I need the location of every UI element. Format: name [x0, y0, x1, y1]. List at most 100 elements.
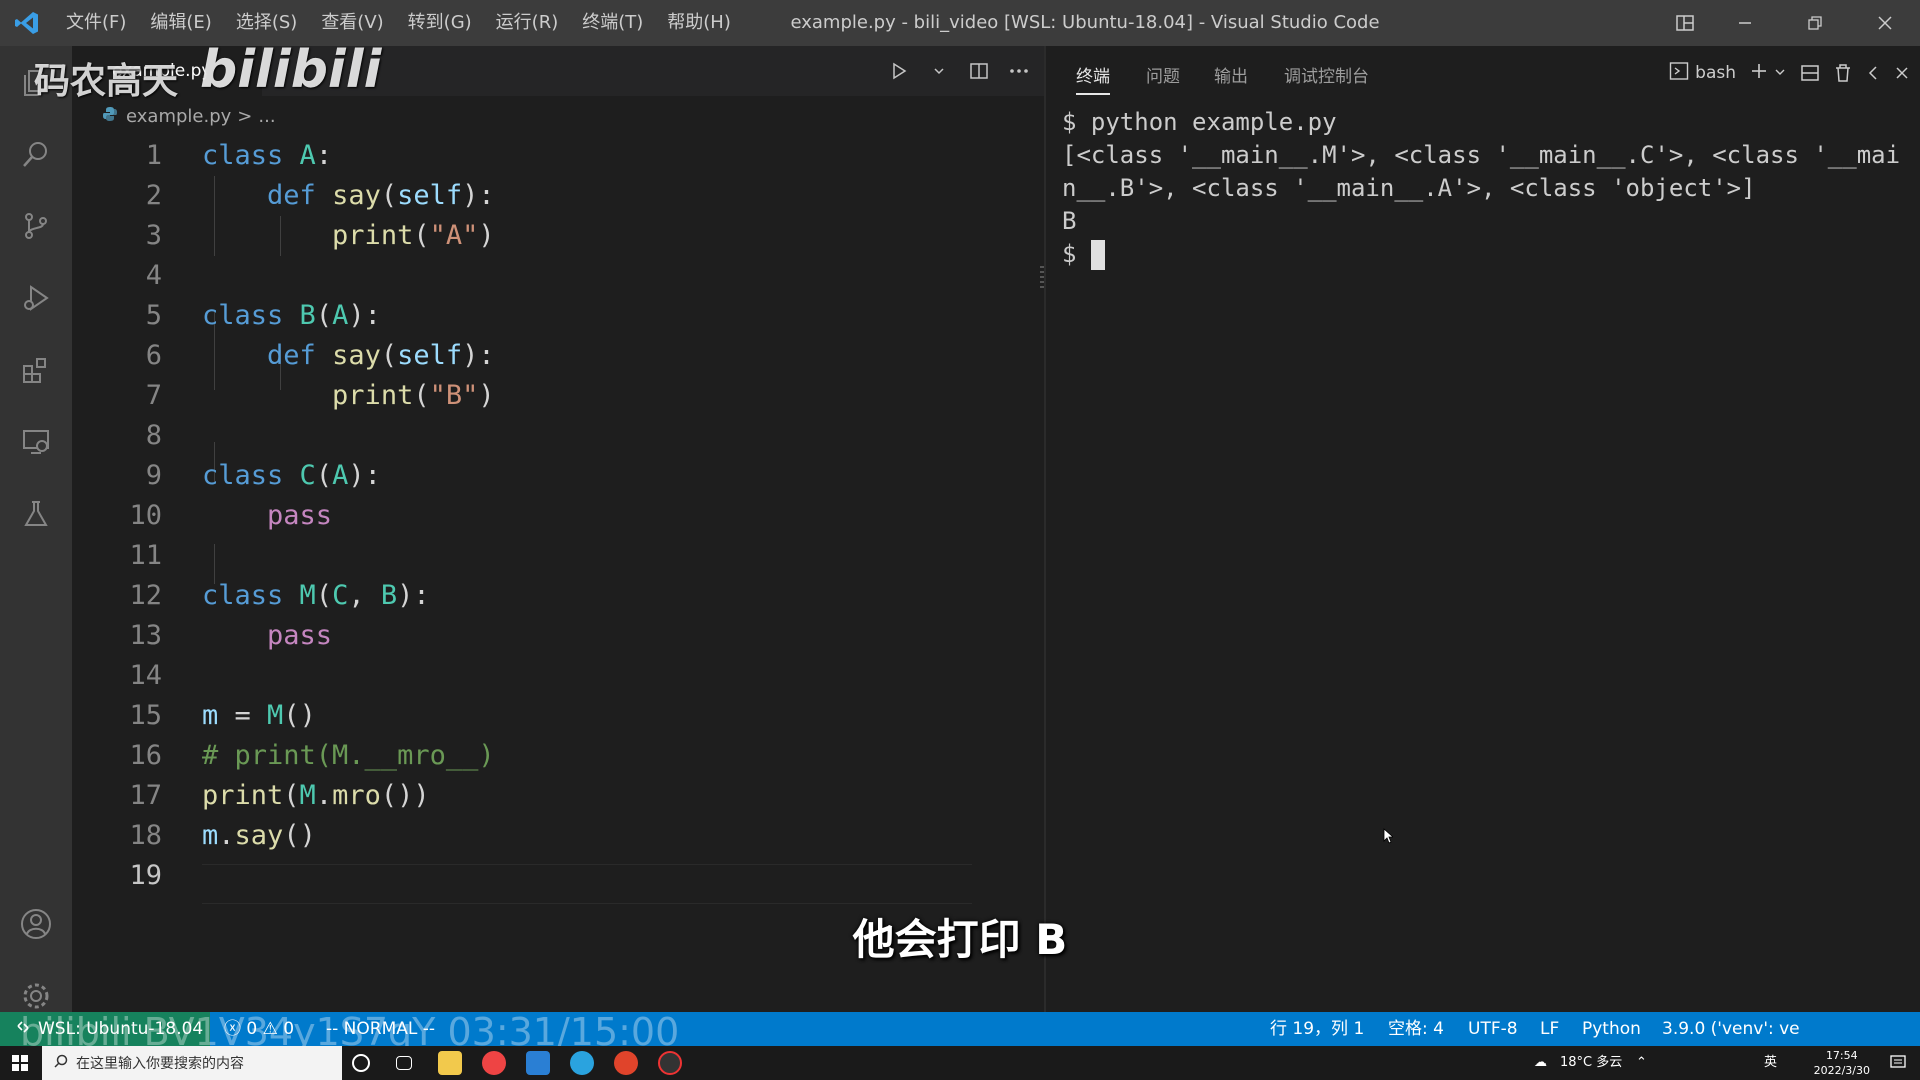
channel-watermark: 码农高天 [34, 61, 179, 102]
code-editor[interactable]: 1 class A: 2 def say(self): 3 print("A") … [72, 136, 1116, 1012]
code-line: 10 pass [72, 496, 972, 536]
code-line: 11 [72, 536, 972, 576]
close-panel-icon[interactable] [1894, 65, 1910, 81]
code-line: 19 [72, 856, 972, 896]
terminal-shell-icon [1669, 61, 1689, 86]
code-line: 17 print(M.mro()) [72, 776, 972, 816]
code-line: 14 [72, 656, 972, 696]
line-number: 14 [129, 660, 162, 691]
menu-help[interactable]: 帮助(H) [655, 0, 743, 46]
telegram-icon[interactable] [570, 1051, 594, 1075]
source-control-icon[interactable] [14, 204, 58, 248]
terminal-prompt-line: $ [1062, 238, 1912, 271]
more-actions-icon[interactable] [1004, 56, 1034, 86]
code-line: 7 print("B") [72, 376, 972, 416]
windows-taskbar: 在这里输入你要搜索的内容 ☁ 18°C 多云 ⌃ 英 17:54 2022/3/… [0, 1046, 1920, 1080]
tab-output[interactable]: 输出 [1214, 62, 1248, 87]
line-number: 17 [129, 780, 162, 811]
app-icon[interactable] [614, 1051, 638, 1075]
tab-debug-console[interactable]: 调试控制台 [1284, 62, 1369, 87]
line-content: class A: [202, 140, 333, 171]
indentation[interactable]: 空格: 4 [1388, 1012, 1444, 1046]
restore-icon[interactable] [1780, 0, 1850, 46]
menu-go[interactable]: 转到(G) [396, 0, 484, 46]
code-line: 13 pass [72, 616, 972, 656]
close-icon[interactable] [1850, 0, 1920, 46]
code-line: 9 class C(A): [72, 456, 972, 496]
terminal-shell-selector[interactable]: bash [1669, 61, 1736, 86]
line-number: 7 [145, 380, 162, 411]
line-number: 1 [145, 140, 162, 171]
line-number: 19 [129, 860, 162, 891]
split-terminal-icon[interactable] [1800, 63, 1820, 83]
testing-icon[interactable] [14, 492, 58, 536]
language-mode[interactable]: Python [1582, 1012, 1641, 1046]
menu-run[interactable]: 运行(R) [484, 0, 571, 46]
breadcrumb-file[interactable]: example.py [126, 106, 231, 127]
line-content: pass [267, 500, 333, 531]
chrome-icon[interactable] [482, 1051, 506, 1075]
trash-icon[interactable] [1834, 63, 1852, 83]
code-line: 6 def say(self): [72, 336, 972, 376]
task-view-icon[interactable] [396, 1056, 412, 1070]
window-title: example.py - bili_video [WSL: Ubuntu-18.… [790, 12, 1380, 33]
file-explorer-icon[interactable] [438, 1051, 462, 1075]
terminal-output[interactable]: $ python example.py [<class '__main__.M'… [1062, 106, 1912, 271]
line-content: m.say() [202, 820, 316, 851]
weather[interactable]: 18°C 多云 [1560, 1046, 1622, 1080]
split-editor-icon[interactable] [964, 56, 994, 86]
menu-file[interactable]: 文件(F) [54, 0, 138, 46]
new-terminal-button[interactable] [1750, 62, 1786, 85]
chevron-left-icon[interactable] [1866, 65, 1880, 81]
notification-icon[interactable] [1890, 1054, 1906, 1074]
clock[interactable]: 17:54 2022/3/30 [1814, 1048, 1870, 1078]
chevron-down-icon[interactable] [924, 56, 954, 86]
tray-chevron-up-icon[interactable]: ⌃ [1636, 1046, 1647, 1080]
run-debug-icon[interactable] [14, 276, 58, 320]
line-number: 4 [145, 260, 162, 291]
tab-terminal[interactable]: 终端 [1076, 62, 1110, 95]
line-content: print("A") [332, 220, 495, 251]
panel-tab-bar: 终端 问题 输出 调试控制台 bash [1046, 46, 1920, 100]
terminal-line: $ python example.py [1062, 108, 1337, 136]
taskbar-search[interactable]: 在这里输入你要搜索的内容 [42, 1046, 342, 1080]
menu-terminal[interactable]: 终端(T) [570, 0, 655, 46]
python-file-icon [102, 106, 118, 127]
line-content: # print(M.__mro__) [202, 740, 495, 771]
panel-actions: bash [1669, 56, 1910, 90]
line-content: m = M() [202, 700, 316, 731]
code-line: 1 class A: [72, 136, 972, 176]
terminal-prompt: $ [1062, 240, 1091, 268]
vscode-taskbar-icon[interactable] [526, 1051, 550, 1075]
remote-explorer-icon[interactable] [14, 420, 58, 464]
line-ending[interactable]: LF [1540, 1012, 1559, 1046]
clock-date: 2022/3/30 [1813, 1064, 1870, 1077]
extensions-icon[interactable] [14, 348, 58, 392]
windows-start-icon[interactable] [12, 1055, 28, 1075]
encoding[interactable]: UTF-8 [1468, 1012, 1518, 1046]
customize-layout-icon[interactable] [1660, 0, 1710, 46]
breadcrumb-symbol[interactable]: ... [258, 106, 275, 127]
minimize-icon[interactable] [1710, 0, 1780, 46]
line-number: 8 [145, 420, 162, 451]
tab-problems[interactable]: 问题 [1146, 62, 1180, 87]
activity-bar: 1 [0, 46, 72, 1048]
cursor-position[interactable]: 行 19，列 1 [1270, 1012, 1364, 1046]
line-content: print("B") [332, 380, 495, 411]
run-file-icon[interactable] [884, 56, 914, 86]
search-icon[interactable] [14, 132, 58, 176]
line-number: 6 [145, 340, 162, 371]
mouse-pointer-icon [1383, 828, 1395, 848]
code-line: 18 m.say() [72, 816, 972, 856]
line-number: 2 [145, 180, 162, 211]
ime-indicator[interactable]: 英 [1764, 1046, 1777, 1080]
recorder-icon[interactable] [658, 1051, 682, 1075]
python-interpreter[interactable]: 3.9.0 ('venv': ve [1662, 1012, 1800, 1046]
line-number: 15 [129, 700, 162, 731]
code-line: 3 print("A") [72, 216, 972, 256]
bilibili-logo: bilibili [200, 40, 382, 100]
line-content: def say(self): [267, 180, 495, 211]
line-content: class B(A): [202, 300, 381, 331]
code-line: 12 class M(C, B): [72, 576, 972, 616]
cortana-icon[interactable] [352, 1054, 370, 1072]
